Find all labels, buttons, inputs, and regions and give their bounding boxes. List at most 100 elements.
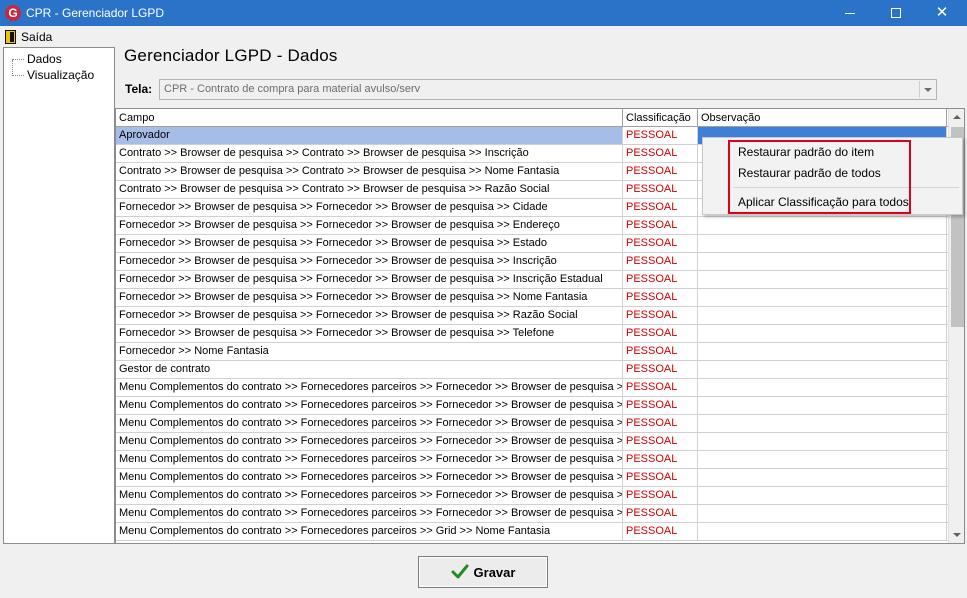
cell-campo: Menu Complementos do contrato >> Fornece…: [116, 523, 623, 540]
cell-classificacao[interactable]: PESSOAL: [623, 469, 698, 486]
cell-classificacao[interactable]: PESSOAL: [623, 397, 698, 414]
navigation-tree: Dados Visualização: [3, 47, 115, 544]
cell-observacao[interactable]: [698, 235, 947, 252]
table-row[interactable]: Menu Complementos do contrato >> Fornece…: [116, 487, 948, 505]
cell-observacao[interactable]: [698, 523, 947, 540]
cell-campo: Menu Complementos do contrato >> Fornece…: [116, 415, 623, 432]
column-header-classificacao[interactable]: Classificação: [623, 109, 698, 127]
column-header-campo[interactable]: Campo: [116, 109, 623, 127]
cell-campo: Menu Complementos do contrato >> Fornece…: [116, 379, 623, 396]
table-row[interactable]: Menu Complementos do contrato >> Fornece…: [116, 469, 948, 487]
cell-campo: Fornecedor >> Browser de pesquisa >> For…: [116, 289, 623, 306]
maximize-button[interactable]: [873, 0, 919, 26]
chevron-down-icon[interactable]: [919, 81, 935, 98]
close-button[interactable]: ✕: [919, 0, 965, 26]
scroll-up-icon[interactable]: [949, 109, 964, 126]
table-row[interactable]: Menu Complementos do contrato >> Fornece…: [116, 523, 948, 541]
cell-classificacao[interactable]: PESSOAL: [623, 415, 698, 432]
cell-observacao[interactable]: [698, 379, 947, 396]
cell-observacao[interactable]: [698, 271, 947, 288]
tree-item-label: Visualização: [27, 68, 95, 82]
table-row[interactable]: Menu Complementos do contrato >> Fornece…: [116, 397, 948, 415]
table-row[interactable]: Fornecedor >> Browser de pesquisa >> For…: [116, 289, 948, 307]
cell-observacao[interactable]: [698, 433, 947, 450]
cell-campo: Fornecedor >> Browser de pesquisa >> For…: [116, 253, 623, 270]
tree-branch-line: [12, 58, 24, 60]
cell-observacao[interactable]: [698, 325, 947, 342]
cell-classificacao[interactable]: PESSOAL: [623, 271, 698, 288]
tela-label: Tela:: [125, 82, 153, 96]
table-row[interactable]: Gestor de contrato PESSOAL: [116, 361, 948, 379]
cell-campo: Menu Complementos do contrato >> Fornece…: [116, 397, 623, 414]
minimize-icon: [845, 13, 855, 14]
table-row[interactable]: Menu Complementos do contrato >> Fornece…: [116, 379, 948, 397]
column-header-observacao[interactable]: Observação: [698, 109, 947, 127]
cell-classificacao[interactable]: PESSOAL: [623, 523, 698, 540]
tree-item-label: Dados: [27, 52, 62, 66]
table-row[interactable]: Fornecedor >> Nome Fantasia PESSOAL: [116, 343, 948, 361]
cell-campo: Fornecedor >> Browser de pesquisa >> For…: [116, 271, 623, 288]
cell-classificacao[interactable]: PESSOAL: [623, 253, 698, 270]
grid-header: Campo Classificação Observação: [116, 109, 948, 127]
cell-campo: Fornecedor >> Browser de pesquisa >> For…: [116, 235, 623, 252]
cell-classificacao[interactable]: PESSOAL: [623, 199, 698, 216]
cell-classificacao[interactable]: PESSOAL: [623, 127, 698, 144]
table-row[interactable]: Menu Complementos do contrato >> Fornece…: [116, 451, 948, 469]
cell-classificacao[interactable]: PESSOAL: [623, 307, 698, 324]
cell-classificacao[interactable]: PESSOAL: [623, 235, 698, 252]
table-row[interactable]: Fornecedor >> Browser de pesquisa >> For…: [116, 253, 948, 271]
cell-classificacao[interactable]: PESSOAL: [623, 289, 698, 306]
tela-select[interactable]: CPR - Contrato de compra para material a…: [159, 79, 937, 100]
cell-classificacao[interactable]: PESSOAL: [623, 361, 698, 378]
save-button[interactable]: Gravar: [418, 556, 548, 588]
cell-classificacao[interactable]: PESSOAL: [623, 379, 698, 396]
cell-classificacao[interactable]: PESSOAL: [623, 163, 698, 180]
cell-classificacao[interactable]: PESSOAL: [623, 181, 698, 198]
cell-observacao[interactable]: [698, 397, 947, 414]
cell-classificacao[interactable]: PESSOAL: [623, 145, 698, 162]
cell-campo: Contrato >> Browser de pesquisa >> Contr…: [116, 181, 623, 198]
maximize-icon: [891, 8, 901, 18]
window-title: CPR - Gerenciador LGPD: [26, 6, 165, 20]
menu-bar: Saída: [0, 26, 967, 46]
tree-item-visualizacao[interactable]: Visualização: [12, 68, 94, 82]
table-row[interactable]: Menu Complementos do contrato >> Fornece…: [116, 505, 948, 523]
highlight-outline: [728, 140, 911, 214]
cell-observacao[interactable]: [698, 217, 947, 234]
cell-observacao[interactable]: [698, 289, 947, 306]
cell-observacao[interactable]: [698, 343, 947, 360]
table-row[interactable]: Fornecedor >> Browser de pesquisa >> For…: [116, 307, 948, 325]
cell-campo: Contrato >> Browser de pesquisa >> Contr…: [116, 163, 623, 180]
table-row[interactable]: Menu Complementos do contrato >> Fornece…: [116, 415, 948, 433]
cell-classificacao[interactable]: PESSOAL: [623, 217, 698, 234]
cell-classificacao[interactable]: PESSOAL: [623, 487, 698, 504]
cell-classificacao[interactable]: PESSOAL: [623, 451, 698, 468]
cell-classificacao[interactable]: PESSOAL: [623, 433, 698, 450]
cell-classificacao[interactable]: PESSOAL: [623, 343, 698, 360]
cell-observacao[interactable]: [698, 253, 947, 270]
table-row[interactable]: Menu Complementos do contrato >> Fornece…: [116, 433, 948, 451]
page-title: Gerenciador LGPD - Dados: [124, 46, 338, 65]
app-logo-icon: G: [5, 5, 21, 21]
cell-observacao[interactable]: [698, 505, 947, 522]
cell-campo: Fornecedor >> Browser de pesquisa >> For…: [116, 307, 623, 324]
cell-campo: Gestor de contrato: [116, 361, 623, 378]
cell-classificacao[interactable]: PESSOAL: [623, 325, 698, 342]
minimize-button[interactable]: [827, 0, 873, 26]
table-row[interactable]: Fornecedor >> Browser de pesquisa >> For…: [116, 235, 948, 253]
scroll-down-icon[interactable]: [949, 526, 964, 543]
cell-observacao[interactable]: [698, 307, 947, 324]
table-row[interactable]: Fornecedor >> Browser de pesquisa >> For…: [116, 217, 948, 235]
table-row[interactable]: Fornecedor >> Browser de pesquisa >> For…: [116, 325, 948, 343]
menu-exit[interactable]: Saída: [2, 28, 52, 45]
save-button-label: Gravar: [473, 564, 516, 580]
table-row[interactable]: Fornecedor >> Browser de pesquisa >> For…: [116, 271, 948, 289]
cell-observacao[interactable]: [698, 361, 947, 378]
cell-classificacao[interactable]: PESSOAL: [623, 505, 698, 522]
cell-observacao[interactable]: [698, 415, 947, 432]
cell-observacao[interactable]: [698, 487, 947, 504]
cell-observacao[interactable]: [698, 469, 947, 486]
cell-campo: Menu Complementos do contrato >> Fornece…: [116, 451, 623, 468]
tree-item-dados[interactable]: Dados: [12, 52, 62, 66]
cell-observacao[interactable]: [698, 451, 947, 468]
